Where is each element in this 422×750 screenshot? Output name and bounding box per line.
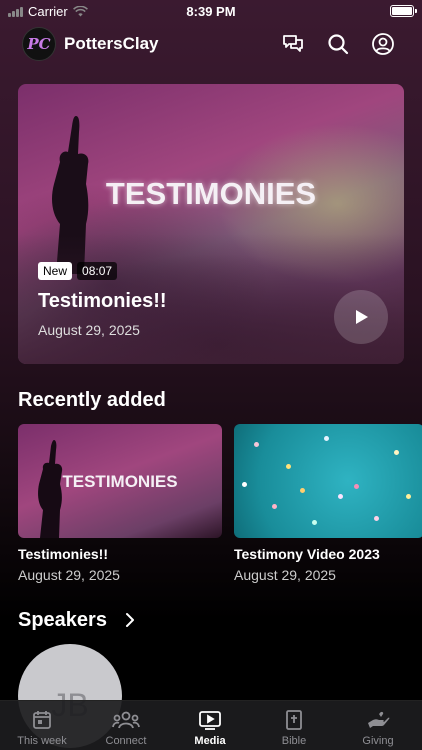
tab-bible[interactable]: Bible xyxy=(252,709,336,747)
chat-icon[interactable] xyxy=(279,30,307,58)
video-card-date: August 29, 2025 xyxy=(234,567,336,583)
account-icon[interactable] xyxy=(369,30,397,58)
app-title: PottersClay xyxy=(64,34,159,53)
giving-hand-icon xyxy=(368,711,390,728)
tab-connect[interactable]: Connect xyxy=(84,709,168,747)
battery-icon xyxy=(390,5,417,17)
video-card-thumbnail[interactable] xyxy=(234,424,422,538)
hero-title: Testimonies!! xyxy=(38,290,167,312)
video-card-date: August 29, 2025 xyxy=(18,567,120,583)
play-button[interactable] xyxy=(334,290,388,344)
tab-media[interactable]: Media xyxy=(168,709,252,747)
status-time: 8:39 PM xyxy=(186,4,236,19)
video-card-title: Testimony Video 2023 xyxy=(234,546,380,562)
new-badge: New xyxy=(38,262,73,280)
speakers-title[interactable]: Speakers xyxy=(18,609,107,632)
tab-giving[interactable]: Giving xyxy=(336,709,420,747)
status-bar: Carrier 8:39 PM xyxy=(0,0,422,24)
tab-bar: This week Connect Media Bible Giving xyxy=(0,700,422,750)
play-icon xyxy=(356,310,368,324)
thumbnail-artwork-text: TESTIMONIES xyxy=(62,472,178,491)
people-icon xyxy=(112,711,140,729)
hero-date: August 29, 2025 xyxy=(38,322,140,338)
calendar-icon xyxy=(33,711,51,729)
video-card-thumbnail[interactable]: TESTIMONIES xyxy=(18,424,222,538)
video-card-title: Testimonies!! xyxy=(18,546,108,562)
app-logo[interactable]: PC xyxy=(22,27,56,61)
search-icon[interactable] xyxy=(324,30,352,58)
duration-badge: 08:07 xyxy=(77,262,118,280)
bible-icon xyxy=(286,710,302,730)
hero-artwork-text: TESTIMONIES xyxy=(105,176,317,211)
hero-badges: New 08:07 xyxy=(38,262,118,280)
play-tv-icon xyxy=(199,711,221,730)
tab-this-week[interactable]: This week xyxy=(0,709,84,747)
app-header: PC PottersClay xyxy=(0,26,422,62)
chevron-right-icon[interactable] xyxy=(124,612,136,628)
featured-video-card[interactable]: TESTIMONIES New 08:07 Testimonies!! Augu… xyxy=(18,84,404,364)
recently-added-title: Recently added xyxy=(18,389,166,411)
